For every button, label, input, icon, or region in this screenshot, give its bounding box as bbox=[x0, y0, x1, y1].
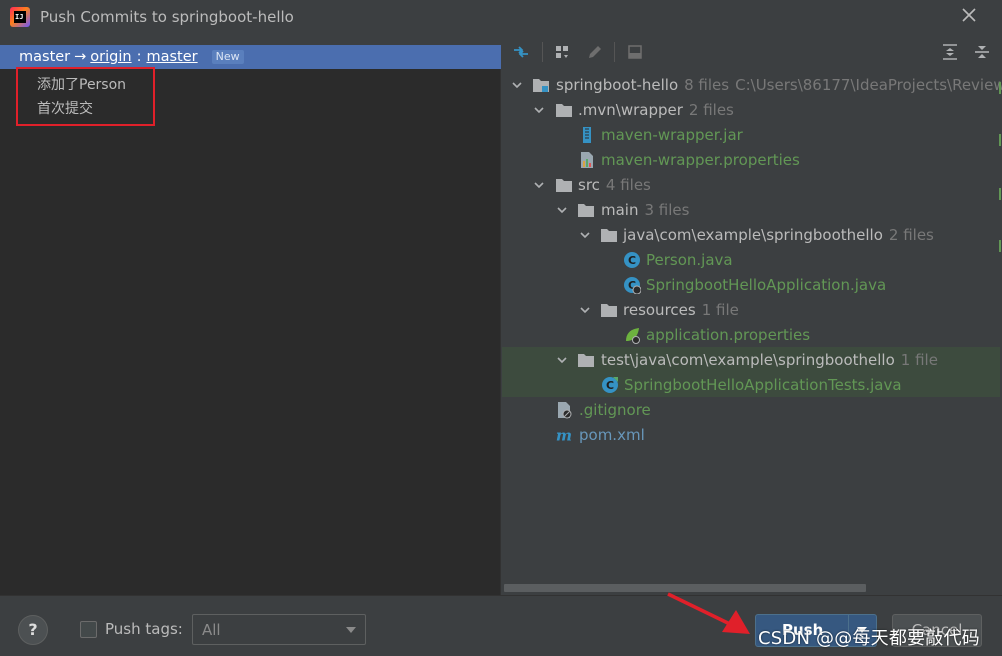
tree-row-file[interactable]: maven-wrapper.jar bbox=[502, 122, 1002, 147]
svg-text:m: m bbox=[556, 426, 572, 444]
chevron-down-icon[interactable] bbox=[555, 353, 569, 367]
folder-icon bbox=[577, 201, 595, 219]
collapse-all-icon[interactable] bbox=[972, 42, 992, 62]
chevron-down-icon bbox=[346, 627, 356, 633]
changes-toolbar bbox=[502, 36, 1002, 68]
tree-label: .mvn\wrapper 2 files bbox=[578, 100, 734, 119]
tree-row-folder[interactable]: resources 1 file bbox=[502, 297, 1002, 322]
tree-label: src 4 files bbox=[578, 175, 651, 194]
tree-row-file[interactable]: C SpringbootHelloApplication.java bbox=[502, 272, 1002, 297]
close-icon[interactable] bbox=[958, 6, 980, 28]
remote-link[interactable]: origin bbox=[90, 49, 131, 65]
maven-m-icon: m bbox=[555, 426, 573, 444]
tags-select[interactable]: All bbox=[192, 614, 366, 645]
folder-icon bbox=[600, 301, 618, 319]
tree-row-folder[interactable]: .mvn\wrapper 2 files bbox=[502, 97, 1002, 122]
java-class-icon: C bbox=[623, 251, 641, 269]
logo-text: IJ bbox=[14, 11, 26, 23]
tree-label: Person.java bbox=[646, 250, 733, 269]
diff-gutter-marks bbox=[999, 82, 1001, 252]
tree-row-file[interactable]: application.properties bbox=[502, 322, 1002, 347]
java-test-class-icon: C bbox=[601, 376, 619, 394]
tree-label: resources 1 file bbox=[623, 300, 739, 319]
commits-panel: master → origin : master New 添加了Person 首… bbox=[0, 45, 501, 595]
tree-label: springboot-hello 8 files C:\Users\86177\Id… bbox=[556, 75, 1002, 94]
push-tags-checkbox[interactable] bbox=[80, 621, 97, 638]
file-tree: springboot-hello 8 files C:\Users\86177\Id… bbox=[502, 72, 1002, 580]
diff-arrows-icon[interactable] bbox=[511, 42, 531, 62]
tree-row-file-selected[interactable]: C SpringbootHelloApplicationTests.java bbox=[502, 372, 1000, 397]
preview-icon[interactable] bbox=[625, 42, 645, 62]
chevron-down-icon[interactable] bbox=[578, 228, 592, 242]
help-button[interactable]: ? bbox=[18, 615, 48, 645]
tree-label: application.properties bbox=[646, 325, 811, 344]
folder-icon bbox=[600, 226, 618, 244]
folder-icon bbox=[577, 351, 595, 369]
toolbar-separator bbox=[614, 42, 615, 62]
tree-row-file[interactable]: C Person.java bbox=[502, 247, 1002, 272]
tree-row-file[interactable]: .gitignore bbox=[502, 397, 1002, 422]
push-tags-label: Push tags: bbox=[105, 620, 183, 638]
module-folder-icon bbox=[532, 76, 550, 94]
tree-label: test\java\com\example\springboothello 1 f… bbox=[601, 350, 938, 369]
tree-row-file[interactable]: m pom.xml bbox=[502, 422, 1002, 447]
remote-branch-link[interactable]: master bbox=[146, 49, 197, 65]
tree-row-folder[interactable]: src 4 files bbox=[502, 172, 1002, 197]
new-badge: New bbox=[211, 50, 244, 64]
chevron-down-icon[interactable] bbox=[532, 103, 546, 117]
annotation-highlight-box bbox=[16, 67, 155, 126]
expand-all-icon[interactable] bbox=[940, 42, 960, 62]
tree-label: SpringbootHelloApplicationTests.java bbox=[624, 375, 902, 394]
tree-row-folder[interactable]: java\com\example\springboothello 2 files bbox=[502, 222, 1002, 247]
tags-select-value: All bbox=[202, 621, 221, 639]
tree-label: .gitignore bbox=[579, 400, 651, 419]
spring-class-icon: C bbox=[623, 276, 641, 294]
tree-row-folder-selected[interactable]: test\java\com\example\springboothello 1 f… bbox=[502, 347, 1000, 372]
properties-file-icon bbox=[578, 151, 596, 169]
tree-row-file[interactable]: maven-wrapper.properties bbox=[502, 147, 1002, 172]
tree-label: SpringbootHelloApplication.java bbox=[646, 275, 887, 294]
branch-separator: : bbox=[136, 49, 142, 65]
chevron-down-icon[interactable] bbox=[555, 203, 569, 217]
annotation-arrow-icon bbox=[667, 592, 750, 634]
group-by-icon[interactable] bbox=[553, 42, 573, 62]
tree-label: maven-wrapper.jar bbox=[601, 125, 743, 144]
toolbar-separator bbox=[542, 42, 543, 62]
chevron-down-icon[interactable] bbox=[510, 78, 524, 92]
tree-label: java\com\example\springboothello 2 files bbox=[623, 225, 934, 244]
svg-text:C: C bbox=[628, 254, 636, 267]
spring-leaf-icon bbox=[623, 326, 641, 344]
tree-row-folder[interactable]: main 3 files bbox=[502, 197, 1002, 222]
chevron-down-icon[interactable] bbox=[532, 178, 546, 192]
tree-label: maven-wrapper.properties bbox=[601, 150, 800, 169]
jar-file-icon bbox=[578, 126, 596, 144]
tree-label: main 3 files bbox=[601, 200, 690, 219]
changes-panel: springboot-hello 8 files C:\Users\86177\Id… bbox=[502, 36, 1002, 595]
chevron-down-icon[interactable] bbox=[578, 303, 592, 317]
tree-row-root[interactable]: springboot-hello 8 files C:\Users\86177\Id… bbox=[502, 72, 1002, 97]
edit-icon[interactable] bbox=[585, 42, 605, 62]
intellij-logo-icon: IJ bbox=[10, 7, 30, 27]
folder-icon bbox=[555, 101, 573, 119]
branch-arrow: → bbox=[74, 49, 87, 65]
title-bar: IJ Push Commits to springboot-hello bbox=[0, 0, 1002, 36]
folder-icon bbox=[555, 176, 573, 194]
window-title: Push Commits to springboot-hello bbox=[40, 8, 294, 26]
tree-label: pom.xml bbox=[579, 425, 645, 444]
watermark-text: CSDN @@每天都要敲代码 bbox=[758, 628, 980, 649]
local-branch: master bbox=[19, 49, 71, 65]
branch-row[interactable]: master → origin : master New bbox=[0, 45, 501, 69]
svg-text:C: C bbox=[606, 379, 614, 392]
gitignore-file-icon bbox=[555, 401, 573, 419]
